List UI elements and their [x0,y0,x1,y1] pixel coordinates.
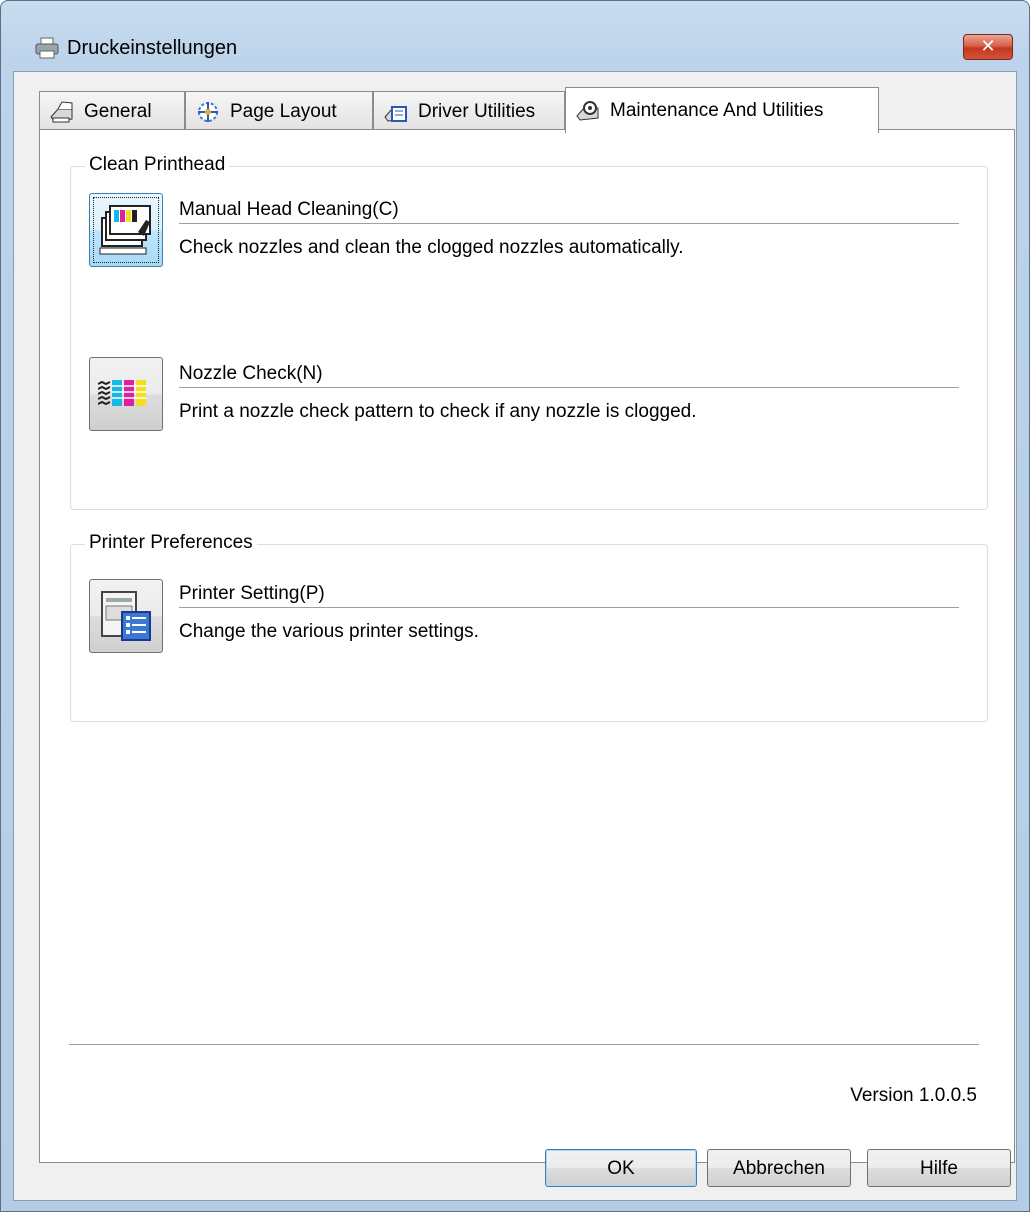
help-button[interactable]: Hilfe [867,1149,1011,1187]
manual-head-cleaning-title: Manual Head Cleaning(C) [179,199,399,220]
nozzle-pattern-icon [98,380,146,406]
close-icon: ✕ [980,36,996,56]
tab-maintenance-and-utilities[interactable]: Maintenance And Utilities [565,87,879,133]
tab-label: General [84,100,152,122]
printer-settings-icon [101,591,151,641]
nozzle-check-description: Print a nozzle check pattern to check if… [179,401,697,422]
printer-setting-title: Printer Setting(P) [179,583,325,604]
printer-general-icon [50,100,73,122]
tab-page-layout[interactable]: Page Layout [185,91,373,131]
nozzle-check-title: Nozzle Check(N) [179,363,323,384]
printer-preferences-label: Printer Preferences [85,532,257,554]
page-layout-icon [198,101,218,122]
tab-strip: General Page Layout Driver Utilities Mai… [39,87,999,133]
printer-preferences-group: Printer Preferences Printer Setting(P) C… [70,532,988,722]
tab-panel-maintenance: Clean Printhead Manual Head Cleaning(C) … [39,129,1015,1163]
nozzle-check-button[interactable] [89,357,163,431]
maintenance-icon [576,100,599,121]
divider-line [179,223,959,224]
clean-printhead-label: Clean Printhead [85,154,230,176]
head-cleaning-icon [99,205,151,255]
printer-setting-description: Change the various printer settings. [179,621,479,642]
tab-general[interactable]: General [39,91,185,131]
divider-line [179,387,959,388]
tab-driver-utilities[interactable]: Driver Utilities [373,91,565,131]
window-title: Druckeinstellungen [67,37,238,59]
version-label: Version 1.0.0.5 [850,1085,977,1106]
printer-setting-button[interactable] [89,579,163,653]
dialog-window: Druckeinstellungen ✕ General Page Layout [0,0,1030,1212]
divider-line [179,607,959,608]
tab-label: Driver Utilities [418,100,536,122]
printer-icon [35,37,59,59]
tab-label: Page Layout [230,100,337,122]
title-bar[interactable]: Druckeinstellungen ✕ [1,1,1029,60]
cancel-button[interactable]: Abbrechen [707,1149,851,1187]
driver-utilities-icon [384,105,407,122]
manual-head-cleaning-button[interactable] [89,193,163,267]
tab-label: Maintenance And Utilities [610,99,824,121]
manual-head-cleaning-description: Check nozzles and clean the clogged nozz… [179,237,684,258]
ok-button[interactable]: OK [545,1149,697,1187]
clean-printhead-group: Clean Printhead Manual Head Cleaning(C) … [70,154,988,510]
footer-separator [69,1044,979,1045]
close-button[interactable]: ✕ [963,34,1013,60]
